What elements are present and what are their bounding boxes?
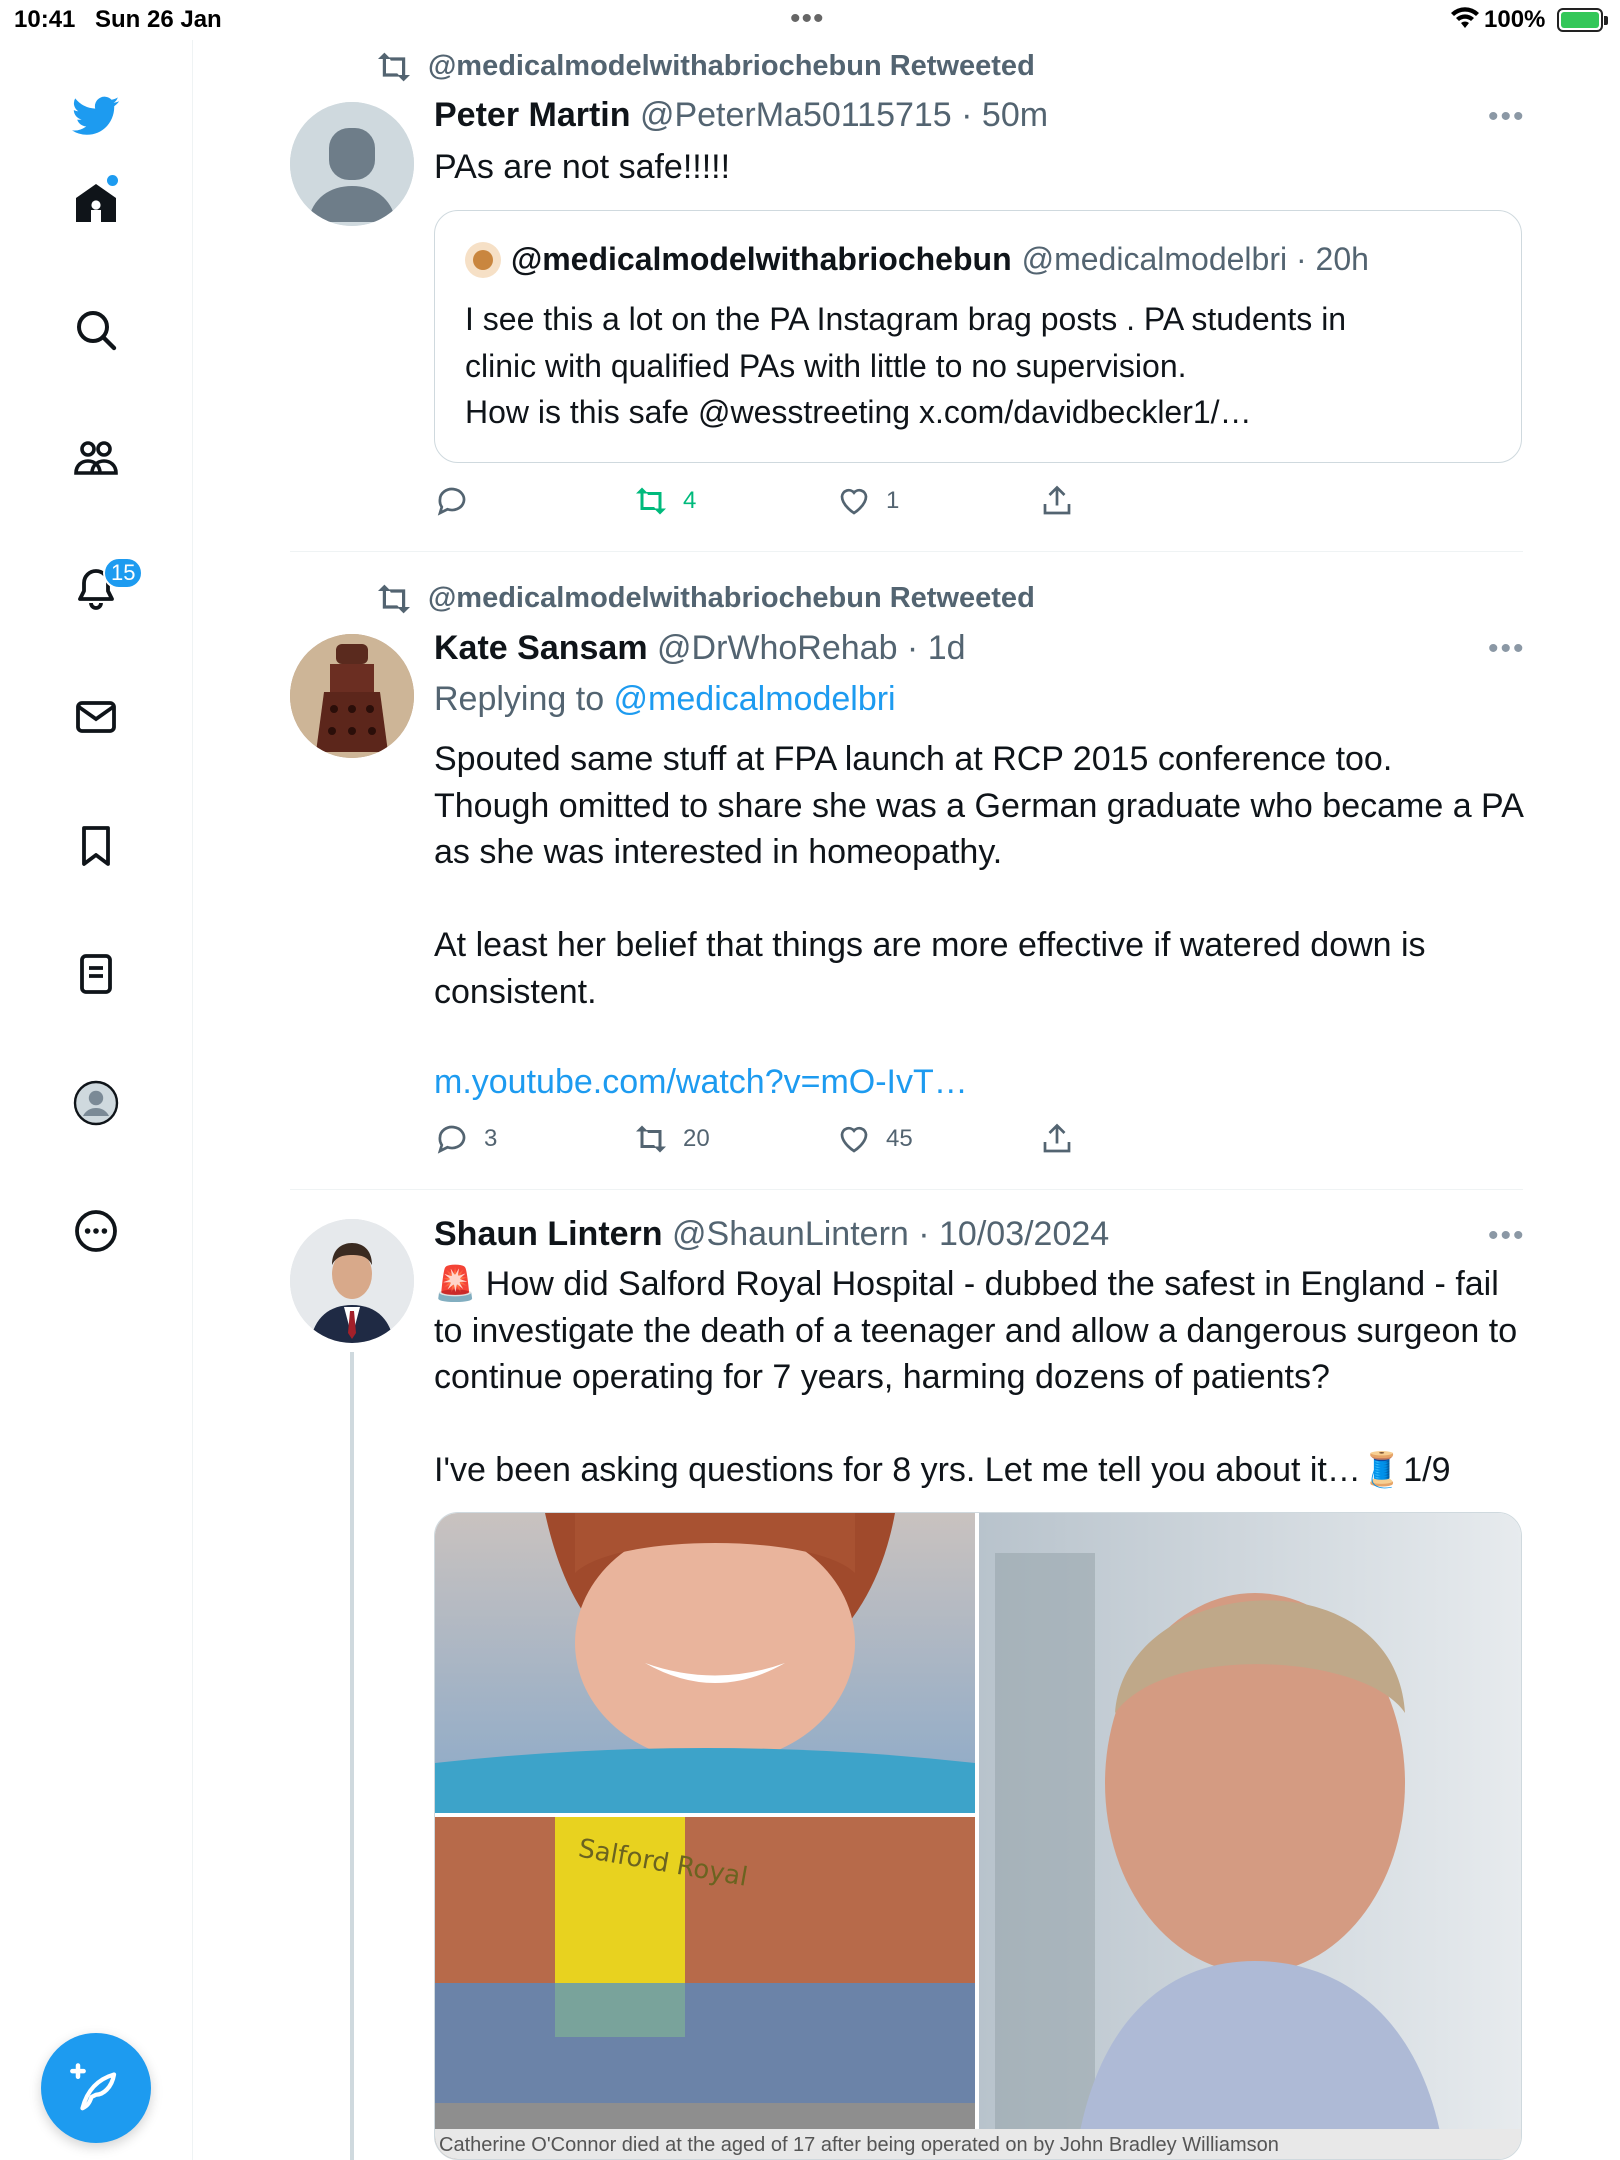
share-button[interactable] — [1039, 1121, 1075, 1157]
tweet-more-icon[interactable]: ••• — [1488, 632, 1620, 666]
quoted-tweet-header: @medicalmodelwithabriochebun @medicalmod… — [465, 241, 1369, 278]
communities-icon[interactable] — [68, 431, 124, 487]
tweet-header: Peter Martin @PeterMa50115715 · 50m — [434, 96, 1048, 135]
retweeted-by-text[interactable]: @medicalmodelwithabriochebun Retweeted — [428, 50, 1035, 83]
replying-to-handle[interactable]: @medicalmodelbri — [614, 680, 896, 718]
tweet-header: Shaun Lintern @ShaunLintern · 10/03/2024 — [434, 1215, 1109, 1254]
like-count: 45 — [886, 1125, 913, 1152]
retweet-icon — [636, 1125, 666, 1153]
like-count: 1 — [886, 487, 900, 514]
retweet-count: 4 — [683, 487, 697, 514]
home-unread-dot — [107, 175, 118, 186]
retweet-icon — [378, 584, 410, 613]
status-bar: 10:41 Sun 26 Jan ••• 100% — [0, 0, 1620, 40]
reply-icon — [437, 487, 466, 516]
author-name[interactable]: Shaun Lintern — [434, 1215, 663, 1253]
avatar[interactable] — [290, 634, 414, 758]
reply-icon — [437, 1125, 466, 1154]
dalek-avatar-icon — [290, 634, 414, 758]
default-avatar-icon — [290, 102, 414, 226]
tweet-divider — [290, 551, 1523, 552]
share-icon — [1043, 485, 1071, 515]
retweet-button[interactable]: 4 — [633, 483, 696, 519]
more-icon[interactable] — [68, 1203, 124, 1259]
search-icon[interactable] — [68, 302, 124, 358]
quoted-author-meta: @medicalmodelbri · 20h — [1021, 241, 1369, 277]
multitasking-dots-icon[interactable]: ••• — [790, 2, 825, 36]
reply-count: 3 — [484, 1125, 498, 1152]
author-name[interactable]: Kate Sansam — [434, 629, 648, 667]
lists-icon[interactable] — [68, 946, 124, 1002]
avatar[interactable] — [290, 1219, 414, 1343]
tweet-header: Kate Sansam @DrWhoRehab · 1d — [434, 629, 966, 668]
tweet-divider — [290, 1189, 1523, 1190]
tweet-text: PAs are not safe!!!!! — [434, 148, 731, 186]
tweet-more-icon[interactable]: ••• — [1488, 1219, 1620, 1253]
retweet-icon — [636, 487, 666, 515]
status-date: Sun 26 Jan — [95, 6, 222, 33]
author-handle-time[interactable]: @DrWhoRehab · 1d — [657, 629, 966, 667]
wifi-icon — [1450, 6, 1480, 37]
author-handle-time[interactable]: @PeterMa50115715 · 50m — [640, 96, 1048, 134]
tweet-more-icon[interactable]: ••• — [1488, 100, 1620, 134]
author-name[interactable]: Peter Martin — [434, 96, 631, 134]
reply-button[interactable]: 3 — [434, 1121, 497, 1157]
battery-icon — [1557, 8, 1608, 32]
tweet-link[interactable]: m.youtube.com/watch?v=mO-IvT… — [434, 1059, 968, 1106]
retweet-icon — [378, 52, 410, 81]
share-icon — [1043, 1123, 1071, 1153]
notifications-badge: 15 — [103, 557, 144, 589]
person-avatar-icon — [290, 1219, 414, 1343]
heart-icon — [840, 1126, 868, 1153]
tweet-text: Spouted same stuff at FPA launch at RCP … — [434, 740, 1524, 1011]
quoted-tweet-text: I see this a lot on the PA Instagram bra… — [465, 301, 1347, 430]
quoted-tweet[interactable]: @medicalmodelwithabriochebun @medicalmod… — [434, 210, 1522, 463]
tweet-media-image[interactable]: Salford Royal Catherine O'Connor died at… — [434, 1512, 1522, 2160]
retweet-button[interactable]: 20 — [633, 1121, 710, 1157]
bookmarks-icon[interactable] — [68, 818, 124, 874]
replying-to-prefix: Replying to — [434, 680, 614, 718]
battery-percent: 100% — [1484, 6, 1546, 33]
messages-icon[interactable] — [68, 689, 124, 745]
like-button[interactable]: 1 — [836, 483, 899, 519]
status-time: 10:41 — [14, 6, 76, 33]
quoted-author-name: @medicalmodelwithabriochebun — [511, 241, 1012, 277]
quoted-avatar-icon — [465, 241, 501, 278]
like-button[interactable]: 45 — [836, 1121, 913, 1157]
retweeted-by-line: @medicalmodelwithabriochebun Retweeted — [374, 582, 1035, 615]
thread-line — [350, 1352, 354, 2160]
compose-tweet-button[interactable] — [41, 2033, 151, 2143]
avatar[interactable] — [290, 102, 414, 226]
media-caption: Catherine O'Connor died at the aged of 1… — [435, 2129, 1521, 2159]
retweet-count: 20 — [683, 1125, 710, 1152]
tweet-text: 🚨 How did Salford Royal Hospital - dubbe… — [434, 1265, 1518, 1489]
sidebar: 15 — [0, 40, 193, 2160]
author-handle-time[interactable]: @ShaunLintern · 10/03/2024 — [672, 1215, 1109, 1253]
share-button[interactable] — [1039, 483, 1075, 519]
retweeted-by-line: @medicalmodelwithabriochebun Retweeted — [374, 50, 1035, 83]
profile-icon[interactable] — [68, 1075, 124, 1131]
retweeted-by-text[interactable]: @medicalmodelwithabriochebun Retweeted — [428, 582, 1035, 615]
reply-button[interactable] — [434, 483, 484, 519]
heart-icon — [840, 488, 868, 515]
replying-to: Replying to @medicalmodelbri — [434, 680, 896, 719]
feather-plus-icon — [70, 2063, 117, 2111]
twitter-logo-icon[interactable] — [68, 88, 124, 144]
media-collage-image: Salford Royal — [435, 1513, 1521, 2159]
